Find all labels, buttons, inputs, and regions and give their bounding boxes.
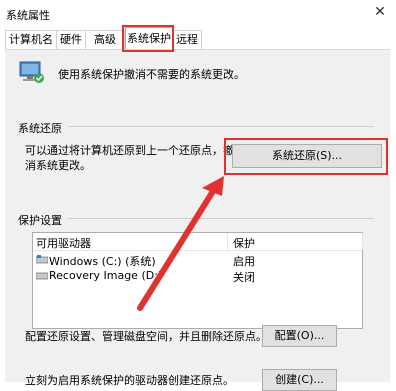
tab-label: 系统保护: [127, 32, 171, 45]
restore-heading: 系统还原: [18, 122, 62, 135]
computer-protection-icon: [19, 61, 44, 83]
tab-system-protection[interactable]: 系统保护: [125, 27, 173, 49]
configure-button[interactable]: 配置(O)...: [262, 325, 337, 347]
protection-heading: 保护设置: [18, 214, 62, 227]
system-restore-button[interactable]: 系统还原(S)...: [232, 144, 382, 168]
tab-label: 远程: [176, 33, 198, 46]
configure-description: 配置还原设置、管理磁盘空间，并且删除还原点。: [25, 330, 267, 343]
close-icon[interactable]: ✕: [370, 2, 390, 22]
restore-separator: [68, 126, 374, 127]
tab-remote[interactable]: 远程: [172, 30, 202, 49]
intro-text: 使用系统保护撤消不需要的系统更改。: [58, 68, 245, 81]
drive-row-d[interactable]: Recovery Image (D:) 关闭: [33, 267, 362, 284]
column-protection: 保护: [233, 237, 255, 250]
create-button[interactable]: 创建(C)...: [262, 369, 337, 391]
protection-separator: [68, 218, 374, 219]
restore-description: 可以通过将计算机还原到上一个还原点，撤消系统更改。: [25, 144, 234, 172]
list-header: 可用驱动器 保护: [33, 233, 362, 251]
column-drives: 可用驱动器: [36, 237, 91, 250]
drive-icon: [36, 272, 48, 280]
tab-advanced[interactable]: 高级: [85, 30, 125, 49]
create-description: 立刻为启用系统保护的驱动器创建还原点。: [25, 374, 234, 387]
drive-name: Recovery Image (D:): [49, 269, 163, 282]
tab-label: 高级: [94, 33, 116, 46]
tab-label: 计算机名: [9, 33, 53, 46]
tab-hardware[interactable]: 硬件: [56, 30, 86, 49]
system-drive-icon: [36, 255, 48, 264]
column-divider-end: [362, 233, 363, 250]
drive-row-c[interactable]: Windows (C:) (系统) 启用: [33, 251, 362, 268]
title-bar: 系统属性 ✕: [0, 0, 396, 28]
column-divider: [227, 233, 228, 250]
drive-list: 可用驱动器 保护 Windows (C:) (系统) 启用 Recovery I…: [32, 232, 363, 329]
window-title: 系统属性: [6, 9, 50, 22]
tab-label: 硬件: [60, 33, 82, 46]
tab-computer-name[interactable]: 计算机名: [5, 30, 57, 49]
drive-status: 关闭: [233, 271, 255, 284]
